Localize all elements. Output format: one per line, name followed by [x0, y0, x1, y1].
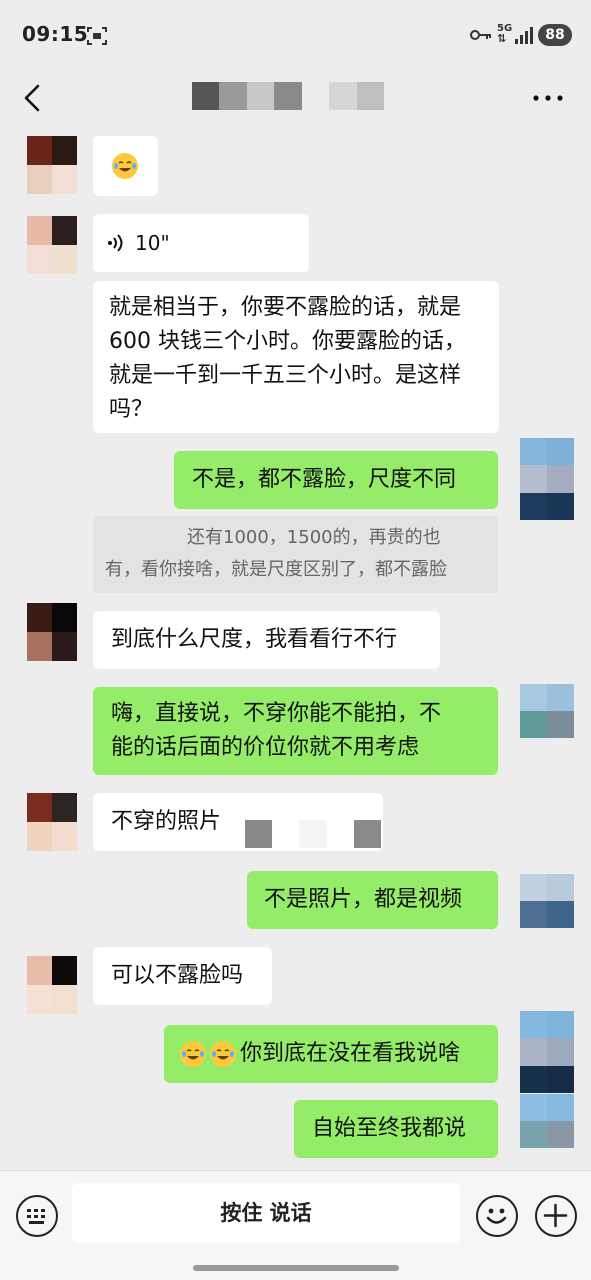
message-bubble-text-outgoing[interactable]: 不是，都不露脸，尺度不同 [174, 451, 498, 509]
message-bubble-text-outgoing[interactable]: 不是照片，都是视频 [247, 871, 498, 929]
message-bubble-text-outgoing[interactable]: 你到底在没在看我说啥 [164, 1025, 498, 1083]
plus-icon[interactable] [535, 1195, 577, 1237]
message-line: 不穿的照片 [111, 809, 222, 834]
message-line: 就是一千到一千五三个小时。是这样 [109, 363, 462, 388]
message-line: 到底什么尺度，我看看行不行 [111, 627, 398, 652]
message-line: 600 块钱三个小时。你要露脸的话， [109, 329, 466, 354]
5g-data-icon: 5G ⇅ [497, 23, 513, 45]
message-line: 不是，都不露脸，尺度不同 [192, 467, 457, 492]
key-icon [470, 30, 491, 40]
input-bar: 按住 说话 [0, 1170, 591, 1280]
message-bubble-text[interactable]: 可以不露脸吗 [93, 947, 272, 1005]
message-line: 可以不露脸吗 [111, 963, 244, 988]
message-bubble-text-outgoing[interactable]: 嗨，直接说，不穿你能不能拍，不 能的话后面的价位你就不用考虑 [93, 687, 498, 775]
chevron-left-icon[interactable] [18, 82, 50, 114]
blurred-content [245, 820, 381, 848]
smiley-icon[interactable] [476, 1195, 518, 1237]
keyboard-icon[interactable] [16, 1195, 58, 1237]
contact-avatar[interactable] [27, 136, 77, 194]
status-time: 09:15 [22, 22, 89, 46]
voice-duration: 10" [135, 231, 170, 255]
message-line: 就是相当于，你要不露脸的话，就是 [109, 295, 462, 320]
more-dots-icon[interactable] [530, 84, 566, 112]
laughing-crying-emoji-icon [210, 1041, 236, 1067]
my-avatar[interactable] [520, 1094, 574, 1148]
message-bubble-text[interactable]: 不穿的照片 [93, 793, 383, 851]
message-bubble-text-outgoing[interactable]: 自始至终我都说 [294, 1100, 498, 1158]
signal-icon [515, 27, 533, 44]
voice-message-bubble[interactable]: 10" [93, 214, 309, 272]
my-avatar[interactable] [520, 438, 574, 520]
home-indicator[interactable] [193, 1265, 399, 1271]
my-avatar[interactable] [520, 684, 574, 738]
status-bar: 09:15 5G ⇅ 88 [0, 0, 591, 70]
message-line: 不是照片，都是视频 [264, 887, 463, 912]
chat-header [0, 70, 591, 126]
screen-record-icon [87, 27, 107, 45]
contact-avatar[interactable] [27, 956, 77, 1014]
my-avatar[interactable] [520, 874, 574, 928]
quote-line: 有，看你接啥，就是尺度区别了，都不露脸 [105, 559, 447, 580]
my-avatar[interactable] [520, 1011, 574, 1093]
message-line: 你到底在没在看我说啥 [240, 1041, 461, 1066]
message-list[interactable]: 10" 就是相当于，你要不露脸的话，就是 600 块钱三个小时。你要露脸的话， … [0, 126, 591, 1170]
quoted-message[interactable]: 还有1000，1500的，再贵的也 有，看你接啥，就是尺度区别了，都不露脸 [93, 516, 498, 593]
laughing-crying-emoji-icon [180, 1041, 206, 1067]
message-line: 吗？ [109, 397, 154, 422]
voice-wave-icon [108, 234, 123, 252]
message-bubble-text[interactable]: 到底什么尺度，我看看行不行 [93, 611, 440, 669]
contact-avatar[interactable] [27, 793, 77, 851]
message-line: 嗨，直接说，不穿你能不能拍，不 [111, 701, 442, 726]
hold-to-talk-button[interactable]: 按住 说话 [72, 1183, 460, 1243]
message-line: 能的话后面的价位你就不用考虑 [111, 735, 420, 760]
contact-avatar[interactable] [27, 216, 77, 274]
message-bubble-emoji[interactable] [93, 136, 158, 196]
laughing-crying-emoji-icon [112, 153, 138, 179]
message-bubble-text[interactable]: 就是相当于，你要不露脸的话，就是 600 块钱三个小时。你要露脸的话， 就是一千… [93, 281, 499, 433]
quote-line: 还有1000，1500的，再贵的也 [187, 527, 441, 548]
contact-avatar[interactable] [27, 603, 77, 661]
message-line: 自始至终我都说 [312, 1116, 467, 1141]
contact-name-blurred [192, 82, 384, 110]
battery-icon: 88 [538, 24, 572, 46]
